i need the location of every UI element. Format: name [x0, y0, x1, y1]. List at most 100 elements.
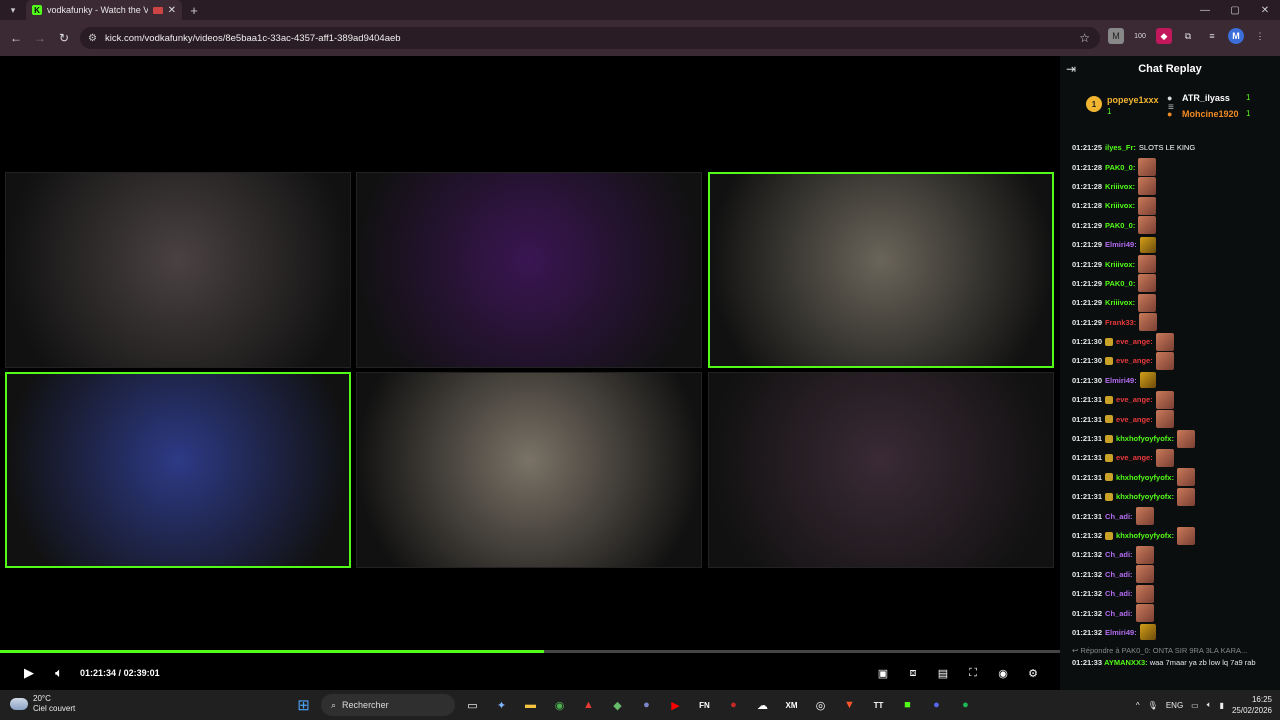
message-username[interactable]: PAK0_0: [1105, 163, 1135, 172]
volume-icon[interactable]: 🔈︎ [44, 661, 74, 685]
message-username[interactable]: Ch_adi: [1105, 570, 1133, 579]
app-icon[interactable]: ◆ [606, 694, 629, 716]
playlist-icon[interactable]: ≡ [1204, 28, 1220, 44]
youtube-icon[interactable]: ▶ [664, 694, 687, 716]
cloud-icon [10, 698, 28, 710]
discord-icon[interactable]: ● [925, 694, 948, 716]
message-username[interactable]: khxhofyoyfyofx: [1116, 492, 1174, 501]
message-text: waa 7maar ya zb low lq 7a9 rab [1149, 658, 1256, 667]
message-username[interactable]: Elmiri49: [1105, 240, 1137, 249]
extension-icon[interactable]: M [1108, 28, 1124, 44]
tray-overflow-icon[interactable]: ^ [1136, 701, 1140, 710]
chrome-icon[interactable]: ◉ [548, 694, 571, 716]
teams-icon[interactable]: ● [635, 694, 658, 716]
message-username[interactable]: Ch_adi: [1105, 512, 1133, 521]
gifter-name[interactable]: popeye1xxx [1107, 95, 1159, 105]
gifter-name[interactable]: ATR_ilyass [1182, 93, 1230, 103]
task-view-icon[interactable]: ▭ [461, 694, 484, 716]
message-username[interactable]: Elmiri49: [1105, 376, 1137, 385]
chat-message: 01:21:32 Ch_adi: [1072, 565, 1272, 584]
shield-extension-icon[interactable]: ◆ [1156, 28, 1172, 44]
gifter-name[interactable]: Mohcine1920 [1182, 109, 1239, 119]
app-icon[interactable]: ☁ [751, 694, 774, 716]
brave-icon[interactable]: ▼ [838, 694, 861, 716]
profile-avatar[interactable]: M [1228, 28, 1244, 44]
bookmark-star-icon[interactable]: ☆ [1079, 31, 1090, 45]
message-username[interactable]: Kriiivox: [1105, 298, 1135, 307]
playback-speed-icon[interactable]: ◉ [990, 661, 1016, 685]
browser-menu-icon[interactable]: ⋮ [1252, 28, 1268, 44]
message-username[interactable]: eve_ange: [1116, 356, 1153, 365]
app-icon[interactable]: XM [780, 694, 803, 716]
message-username[interactable]: Kriiivox: [1105, 201, 1135, 210]
emote-icon [1135, 584, 1154, 603]
message-username[interactable]: Ch_adi: [1105, 589, 1133, 598]
fullscreen-icon[interactable]: ⛶ [960, 661, 986, 685]
app-icon[interactable]: ◎ [809, 694, 832, 716]
extension-badge-icon[interactable]: 100 [1132, 28, 1148, 44]
message-username[interactable]: Kriiivox: [1105, 260, 1135, 269]
site-info-icon[interactable]: ⚙ [88, 33, 97, 44]
app-icon[interactable]: TT [867, 694, 890, 716]
app-icon[interactable]: ▲ [577, 694, 600, 716]
weather-widget[interactable]: 20°C Ciel couvert [10, 694, 75, 714]
message-timestamp: 01:21:25 [1072, 143, 1103, 153]
settings-gear-icon[interactable]: ⚙ [1020, 661, 1046, 685]
message-username[interactable]: ilyes_Fr: [1105, 143, 1136, 152]
language-indicator[interactable]: ENG [1166, 701, 1183, 710]
reload-icon[interactable]: ↻ [52, 31, 76, 45]
copilot-icon[interactable]: ✦ [490, 694, 513, 716]
tab-search-icon[interactable]: ▾ [0, 0, 26, 20]
video-progress-bar[interactable] [0, 650, 1060, 653]
video-player[interactable]: ▶ 🔈︎ 01:21:34 / 02:39:01 ▣ ⧈ ▤ ⛶ ◉ ⚙ [0, 56, 1060, 690]
forward-icon[interactable]: → [28, 31, 52, 45]
message-username[interactable]: eve_ange: [1116, 337, 1153, 346]
taskbar-search[interactable]: ⌕ Rechercher [321, 694, 455, 716]
minimize-icon[interactable]: — [1190, 0, 1220, 20]
message-username[interactable]: khxhofyoyfyofx: [1116, 531, 1174, 540]
play-icon[interactable]: ▶ [14, 661, 44, 685]
message-username[interactable]: Kriiivox: [1105, 182, 1135, 191]
kick-app-icon[interactable]: ■ [896, 694, 919, 716]
spotify-icon[interactable]: ● [954, 694, 977, 716]
maximize-icon[interactable]: ▢ [1220, 0, 1250, 20]
message-username[interactable]: eve_ange: [1116, 395, 1153, 404]
file-explorer-icon[interactable]: ▬ [519, 694, 542, 716]
message-username[interactable]: Ch_adi: [1105, 609, 1133, 618]
tab-close-icon[interactable]: ✕ [168, 5, 176, 16]
message-username[interactable]: khxhofyoyfyofx: [1116, 434, 1174, 443]
message-username[interactable]: PAK0_0: [1105, 221, 1135, 230]
rank-badge-icon: 1 [1086, 96, 1102, 112]
battery-icon[interactable]: ▮ [1220, 701, 1224, 710]
clip-icon[interactable]: ▣ [870, 661, 896, 685]
message-timestamp: 01:21:31 [1072, 472, 1103, 482]
network-icon[interactable]: ▭ [1191, 701, 1199, 710]
app-icon[interactable]: ● [722, 694, 745, 716]
message-username[interactable]: PAK0_0: [1105, 279, 1135, 288]
message-username[interactable]: AYMANXX3: [1104, 658, 1147, 667]
theater-mode-icon[interactable]: ▤ [930, 661, 956, 685]
back-icon[interactable]: ← [4, 31, 28, 45]
message-username[interactable]: Elmiri49: [1105, 628, 1137, 637]
pip-icon[interactable]: ⧈ [900, 661, 926, 685]
windows-start-icon[interactable]: ⊞ [292, 694, 315, 716]
puzzle-icon[interactable]: ⧉ [1180, 28, 1196, 44]
app-icon[interactable]: FN [693, 694, 716, 716]
close-window-icon[interactable]: ✕ [1250, 0, 1280, 20]
message-username[interactable]: eve_ange: [1116, 453, 1153, 462]
chat-message: 01:21:30 eve_ange: [1072, 351, 1272, 370]
clock[interactable]: 16:25 25/02/2026 [1232, 694, 1272, 716]
new-tab-button[interactable]: + [182, 3, 206, 18]
message-username[interactable]: eve_ange: [1116, 415, 1153, 424]
windows-taskbar: 20°C Ciel couvert ⊞ ⌕ Rechercher ▭ ✦ ▬ ◉… [0, 690, 1280, 720]
microphone-icon[interactable]: 🎙︎ [1148, 701, 1158, 710]
message-username[interactable]: Ch_adi: [1105, 550, 1133, 559]
browser-tab[interactable]: K vodkafunky - Watch the VO ✕ [26, 0, 182, 20]
address-bar[interactable]: ⚙ kick.com/vodkafunky/videos/8e5baa1c-33… [80, 27, 1100, 49]
expand-gifters-icon[interactable]: ≡ [1168, 102, 1174, 113]
speaker-icon[interactable]: 🔈︎ [1207, 700, 1212, 710]
subscriber-badge-icon [1105, 434, 1114, 443]
message-username[interactable]: khxhofyoyfyofx: [1116, 473, 1174, 482]
message-username[interactable]: Frank33: [1105, 318, 1136, 327]
collapse-chat-icon[interactable]: ⇥ [1066, 62, 1076, 76]
